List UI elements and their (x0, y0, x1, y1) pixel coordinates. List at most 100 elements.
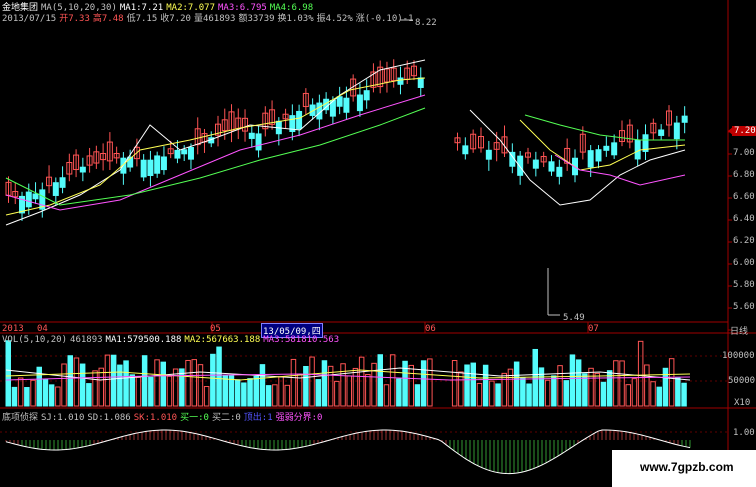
volume-bar (210, 353, 216, 407)
volume-bar (495, 383, 501, 407)
date-label-apr: 04 (37, 324, 48, 334)
date-label-jun: 06 (425, 324, 436, 334)
volume-bar (396, 378, 402, 407)
volume-bar (321, 360, 328, 407)
volume-bar (55, 386, 61, 407)
volume-bar (30, 379, 36, 407)
volume-bar (414, 384, 421, 407)
volume-bar (284, 384, 290, 407)
volume-bar (334, 380, 340, 407)
candle-body (397, 77, 404, 85)
candle-body (248, 132, 255, 139)
change-value: 涨(-0.10)-1 (355, 14, 414, 24)
volume-bar (24, 387, 30, 407)
indicator-sk: SK:1.010 (133, 413, 178, 423)
volume-bar (290, 358, 297, 407)
volume-bar (563, 380, 569, 407)
current-price-badge: 7.20 (732, 126, 756, 136)
volume-bar (557, 365, 563, 407)
candle-body (79, 166, 86, 173)
volume-bar (5, 340, 11, 407)
volume-bar (631, 378, 638, 407)
volume-bar (619, 360, 625, 407)
volume-bar (48, 384, 55, 407)
volume-bar (569, 354, 576, 407)
candle-body (187, 147, 194, 160)
volume-ma3: MA3:581810.563 (263, 335, 340, 345)
volume-bar (67, 355, 73, 407)
volume-bar (501, 372, 507, 407)
volume-bar (613, 360, 619, 407)
volume-bar (507, 368, 514, 407)
volume-bar (451, 360, 458, 407)
indicator-strong-weak: 强弱分界:0 (275, 413, 323, 423)
volume-header: VOL(5,10,20) 461893 MA1:579500.188 MA2:5676… (2, 335, 342, 345)
quote-date: 2013/07/15 (2, 14, 57, 24)
volume-bar (61, 363, 67, 407)
volume-bar (489, 380, 495, 407)
candle-body (587, 150, 594, 168)
indicator-header: 底项侦探 SJ:1.010 SD:1.086 SK:1.010 买一:0 买二:0 顶出:1… (2, 410, 325, 423)
volume-value: 量461893 (193, 14, 236, 24)
volume-bar (371, 362, 377, 407)
candle-body (356, 94, 363, 112)
indicator-tick: 1.00 (733, 428, 755, 438)
candle-body (343, 97, 350, 113)
indicator-sd: SD:1.086 (87, 413, 131, 423)
amplitude-value: 振4.52% (316, 14, 353, 24)
volume-bar (650, 381, 656, 407)
volume-bar (241, 382, 247, 407)
period-label[interactable]: 日线 (730, 324, 748, 337)
volume-bar (117, 364, 123, 407)
volume-bar (315, 379, 321, 407)
volume-tick: 50000 (728, 376, 756, 386)
volume-bar (247, 378, 253, 407)
volume-bar (588, 367, 594, 407)
price-tick: 7.00 (733, 148, 755, 158)
volume-bar (73, 357, 80, 407)
volume-ma1: MA1:579500.188 (105, 335, 182, 345)
candle-body (154, 155, 161, 174)
volume-bar (408, 364, 414, 407)
volume-bar (141, 355, 148, 407)
candle-body (32, 193, 39, 200)
volume-bar (675, 377, 681, 407)
volume-bar (303, 365, 309, 407)
candle-body (532, 159, 539, 169)
price-tick: 6.20 (733, 236, 755, 246)
volume-bar (520, 377, 526, 407)
volume-tick: 100000 (722, 351, 755, 361)
candle-body (181, 149, 188, 155)
volume-bar (154, 359, 160, 407)
volume-bar (86, 383, 92, 407)
volume-bar (346, 375, 352, 407)
volume-bar (179, 368, 185, 407)
indicator-sj: SJ:1.010 (41, 413, 85, 423)
ma2-line (519, 119, 686, 171)
candle-body (52, 182, 59, 196)
candle-body (296, 110, 303, 130)
candle-body (603, 145, 610, 151)
volume-bar (600, 381, 607, 407)
indicator-buy1: 买一:0 (180, 413, 209, 423)
candle-body (681, 115, 688, 123)
volume-scale-label: X10 (734, 398, 751, 408)
volume-bar (135, 376, 142, 407)
volume-bar (123, 360, 129, 407)
high-price: 高7.48 (92, 14, 124, 24)
volume-bar (265, 385, 272, 407)
volume-bar (662, 367, 669, 407)
volume-bar (259, 364, 266, 407)
volume-bar (513, 361, 520, 407)
candle-body (363, 90, 370, 101)
candle-body (160, 156, 167, 171)
volume-bar (11, 386, 18, 407)
date-label-year: 2013 (2, 324, 24, 334)
volume-bar (681, 382, 687, 407)
volume-bar (340, 363, 346, 407)
volume-bar (420, 360, 427, 407)
volume-bar (551, 375, 557, 407)
low-marker-label: 5.49 (563, 313, 585, 323)
volume-bar (203, 386, 210, 407)
volume-bar (625, 384, 631, 407)
